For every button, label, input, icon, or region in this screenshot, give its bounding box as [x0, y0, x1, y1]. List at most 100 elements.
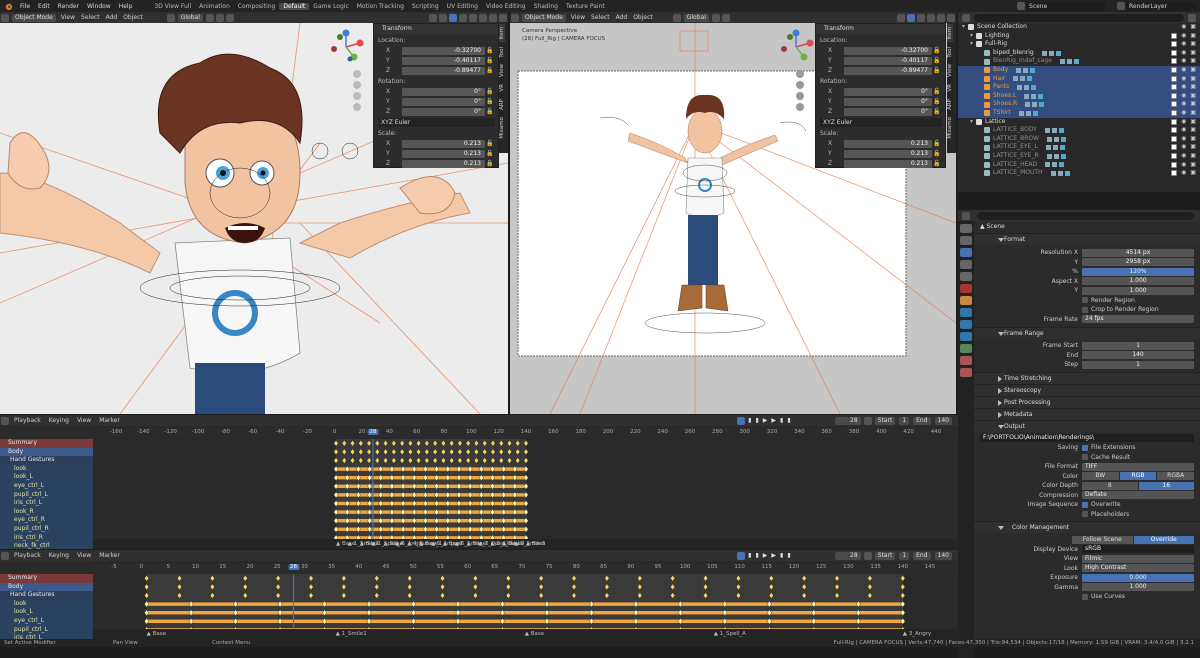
editor-type-icon[interactable] — [962, 211, 970, 220]
output-panel-header[interactable]: Output — [974, 419, 1200, 432]
workspace-tab-game-logic[interactable]: Game Logic — [309, 3, 352, 10]
jump-start-icon[interactable]: ▮ — [748, 552, 751, 559]
play-icon[interactable]: ▶ — [771, 417, 776, 424]
color-management-option-follow-scene[interactable]: Follow Scene — [1072, 535, 1133, 544]
dopesheet_bottom-menu-view[interactable]: View — [73, 552, 95, 559]
lock-icon[interactable]: 🔓 — [932, 88, 942, 95]
rotation-mode-select[interactable]: XYZ Euler — [378, 118, 495, 127]
editor-type-icon[interactable] — [1, 13, 9, 22]
compression-field[interactable]: Deflate — [1082, 491, 1194, 500]
render-camera-icon[interactable]: ▣ — [1190, 135, 1196, 144]
outliner-row[interactable]: Shoes.R ◉ ▣ — [958, 100, 1200, 109]
dopesheet_bottom-keyframe-area[interactable] — [93, 574, 958, 629]
dopesheet_top-channel-row[interactable]: eye_ctrl_R — [0, 516, 93, 525]
zoom-icon[interactable] — [353, 70, 361, 78]
dopesheet_top-menu-marker[interactable]: Marker — [95, 417, 124, 424]
file-extensions-checkbox-box[interactable] — [1082, 444, 1088, 451]
overwrite-checkbox-box[interactable] — [1082, 501, 1088, 508]
frame-range-panel-header[interactable]: Frame Range — [974, 327, 1200, 339]
exclude-checkbox[interactable] — [1171, 170, 1178, 177]
dopesheet_bottom-channel-row[interactable]: eye_ctrl_L — [0, 616, 93, 626]
scene-selector[interactable]: Scene — [1026, 1, 1106, 11]
location-x-value[interactable]: -0.32700 — [402, 46, 485, 55]
snap-icon[interactable] — [721, 13, 730, 22]
lock-icon[interactable]: 🔓 — [932, 57, 942, 64]
exclude-checkbox[interactable] — [1171, 84, 1178, 91]
sidebar-tab-mixamo[interactable]: Mixamo — [499, 112, 505, 142]
location-y-value[interactable]: -0.40117 — [844, 56, 932, 65]
lock-icon[interactable]: 🔓 — [485, 98, 495, 105]
location-x-value[interactable]: -0.32700 — [844, 46, 932, 55]
viewport-menu-view[interactable]: View — [58, 14, 78, 21]
viewport-menu-object[interactable]: Object — [120, 14, 146, 21]
render-region-checkbox[interactable]: Render Region — [1082, 297, 1135, 304]
outliner-row[interactable]: Hair ◉ ▣ — [958, 74, 1200, 84]
shading-solid-icon[interactable] — [927, 13, 935, 22]
dopesheet_bottom-channel-row[interactable]: pupil_ctrl_L — [0, 625, 93, 635]
output-path-input[interactable]: F:\PORTFOLIO\Animation\Renderings\ — [980, 434, 1194, 443]
dopesheet_top-channel-row[interactable]: look — [0, 464, 93, 474]
object-tab-icon[interactable] — [960, 296, 972, 305]
dopesheet_top-channel-row[interactable]: look_L — [0, 473, 93, 482]
visibility-eye-icon[interactable]: ◉ — [1181, 169, 1186, 178]
sidebar-tab-tool[interactable]: Tool — [499, 42, 505, 61]
exclude-checkbox[interactable] — [1171, 66, 1178, 73]
render-camera-icon[interactable]: ▣ — [1190, 169, 1196, 178]
play-reverse-icon[interactable]: ▶ — [763, 417, 768, 424]
play-icon[interactable]: ▶ — [771, 552, 776, 559]
dopesheet_bottom-channel-row[interactable]: Summary — [0, 574, 93, 583]
pivot-icon[interactable] — [711, 13, 720, 22]
dopesheet_bottom-marker[interactable]: ▲ Base — [525, 631, 544, 637]
outliner-row[interactable]: LATTICE_BROW ◉ ▣ — [958, 135, 1200, 144]
location-z-value[interactable]: -0.89477 — [844, 66, 932, 75]
output-tab-icon[interactable] — [960, 248, 972, 257]
dopesheet_top-marker[interactable]: ▲ Base — [526, 541, 545, 547]
play-reverse-icon[interactable]: ▶ — [763, 552, 768, 559]
dopesheet_bottom-channel-row[interactable]: Body — [0, 582, 93, 592]
exclude-checkbox[interactable] — [1171, 101, 1178, 108]
editor-type-icon[interactable] — [962, 13, 970, 22]
frame-end-field[interactable]: 140 — [1082, 351, 1194, 360]
dopesheet_bottom-marker[interactable]: ▲ 3_Angry — [903, 631, 931, 637]
outliner-row[interactable]: BlenRig_mdef_cage ◉ ▣ — [958, 57, 1200, 66]
rotation-y-value[interactable]: 0° — [402, 97, 485, 106]
dopesheet_bottom-menu-playback[interactable]: Playback — [10, 552, 45, 559]
pivot-icon[interactable] — [205, 13, 214, 22]
gizmo-icon[interactable] — [439, 13, 447, 22]
prev-key-icon[interactable]: ▮ — [755, 552, 758, 559]
cache-result-checkbox[interactable]: Cache Result — [1082, 454, 1130, 461]
shading-rendered-icon[interactable] — [947, 13, 955, 22]
color-depth-option-8[interactable]: 8 — [1082, 481, 1138, 490]
post-processing-panel-header[interactable]: Post Processing — [974, 395, 1200, 408]
transform-panel-title[interactable]: Transform — [816, 24, 945, 34]
outliner-search-input[interactable] — [974, 13, 1184, 22]
shading-rendered-icon[interactable] — [499, 13, 507, 22]
exclude-checkbox[interactable] — [1171, 135, 1178, 142]
lock-icon[interactable]: 🔓 — [485, 88, 495, 95]
render-camera-icon[interactable]: ▣ — [1190, 109, 1196, 118]
menu-file[interactable]: File — [16, 3, 34, 10]
outliner-row[interactable]: LATTICE_BODY ◉ ▣ — [958, 126, 1200, 135]
scale-x-value[interactable]: 0.213 — [844, 139, 932, 148]
xray-icon[interactable] — [459, 13, 467, 22]
outliner-row[interactable]: ▾ Full-Rig ◉ ▣ — [958, 40, 1200, 49]
ortho-grid-icon[interactable] — [353, 103, 361, 111]
visibility-eye-icon[interactable]: ◉ — [1181, 126, 1186, 135]
dopesheet_bottom-channel-row[interactable]: Hand Gestures — [0, 591, 93, 600]
format-panel-header[interactable]: Format — [974, 233, 1200, 245]
gamma-field[interactable]: 1.000 — [1082, 583, 1194, 592]
camera-view-icon[interactable] — [353, 92, 361, 100]
color-mode-option-rgba[interactable]: RGBA — [1157, 472, 1195, 481]
visibility-eye-icon[interactable]: ◉ — [1181, 161, 1186, 170]
visibility-eye-icon[interactable]: ◉ — [1181, 32, 1186, 41]
frame-step-field[interactable]: 1 — [1082, 360, 1194, 369]
render-camera-icon[interactable]: ▣ — [1190, 32, 1196, 41]
scale-z-value[interactable]: 0.213 — [402, 159, 485, 168]
outliner-row[interactable]: biped_blenrig ◉ ▣ — [958, 49, 1200, 58]
crop-region-checkbox[interactable]: Crop to Render Region — [1082, 306, 1159, 313]
lock-icon[interactable]: 🔓 — [932, 47, 942, 54]
dopesheet_bottom-menu-marker[interactable]: Marker — [95, 552, 124, 559]
workspace-tab-motion-tracking[interactable]: Motion Tracking — [353, 3, 408, 10]
exclude-checkbox[interactable] — [1171, 32, 1178, 39]
exposure-field[interactable]: 0.000 — [1082, 573, 1194, 582]
